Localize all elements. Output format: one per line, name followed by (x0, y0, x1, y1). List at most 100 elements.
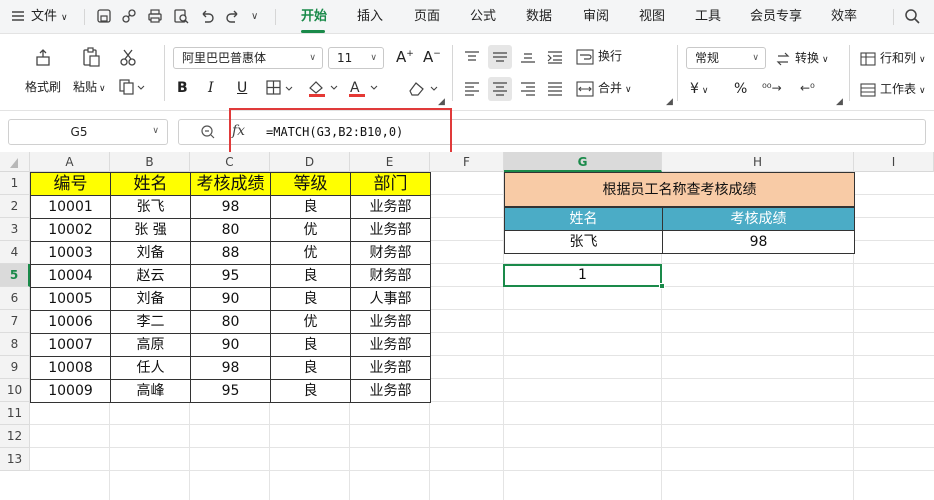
alignment-settings-launcher-icon[interactable]: ◢ (666, 97, 673, 107)
table-header-cell[interactable]: 姓名 (110, 172, 191, 196)
column-header-a[interactable]: A (30, 152, 110, 172)
align-left-icon[interactable] (463, 80, 481, 99)
convert-button[interactable]: 转换 ∨ (775, 49, 829, 67)
worksheet-button[interactable]: 工作表 ∨ (860, 80, 926, 98)
table-cell[interactable]: 10001 (30, 195, 111, 219)
table-cell[interactable]: 良 (270, 195, 351, 219)
currency-button[interactable]: ¥ ∨ (690, 81, 709, 97)
justify-icon[interactable] (546, 80, 564, 99)
fill-color-button[interactable] (306, 78, 342, 101)
table-cell[interactable]: 10004 (30, 264, 111, 288)
row-header-6[interactable]: 6 (0, 287, 30, 310)
align-bottom-icon[interactable] (519, 49, 537, 68)
table-cell[interactable]: 人事部 (350, 287, 431, 311)
table-cell[interactable]: 98 (190, 195, 271, 219)
table-cell[interactable]: 优 (270, 310, 351, 334)
table-cell[interactable]: 优 (270, 218, 351, 242)
column-header-b[interactable]: B (110, 152, 190, 172)
row-header-5[interactable]: 5 (0, 264, 30, 287)
row-header-9[interactable]: 9 (0, 356, 30, 379)
table-cell[interactable]: 良 (270, 356, 351, 380)
decrease-decimal-button[interactable]: ←⁰ (800, 81, 815, 95)
table-cell[interactable]: 业务部 (350, 333, 431, 357)
hamburger-menu-icon[interactable] (9, 7, 27, 25)
row-header-1[interactable]: 1 (0, 172, 30, 195)
font-color-button[interactable]: A (346, 78, 382, 101)
table-cell[interactable]: 95 (190, 264, 271, 288)
increase-decimal-button[interactable]: ⁰⁰→ (762, 81, 782, 95)
paste-button[interactable]: 粘贴 ∨ (73, 78, 106, 95)
wrap-text-button[interactable]: 换行 (576, 47, 622, 66)
table-cell[interactable]: 赵云 (110, 264, 191, 288)
row-header-2[interactable]: 2 (0, 195, 30, 218)
table-cell[interactable]: 10009 (30, 379, 111, 403)
table-cell[interactable]: 10006 (30, 310, 111, 334)
tab-tools[interactable]: 工具 (695, 0, 721, 34)
merge-button[interactable]: 合并 ∨ (576, 79, 632, 98)
save-icon[interactable] (95, 7, 113, 25)
row-header-12[interactable]: 12 (0, 425, 30, 448)
table-cell[interactable]: 88 (190, 241, 271, 265)
table-cell[interactable]: 业务部 (350, 218, 431, 242)
table-cell[interactable]: 财务部 (350, 264, 431, 288)
font-size-select[interactable]: 11 ∨ (328, 47, 384, 69)
name-box[interactable]: G5 ∨ (8, 119, 168, 145)
italic-button[interactable]: I (208, 80, 214, 96)
tab-member[interactable]: 会员专享 (750, 0, 802, 34)
tab-home[interactable]: 开始 (301, 0, 327, 34)
format-painter-icon[interactable] (31, 45, 55, 72)
table-cell[interactable]: 98 (190, 356, 271, 380)
table-cell[interactable]: 李二 (110, 310, 191, 334)
column-header-c[interactable]: C (190, 152, 270, 172)
table-cell[interactable]: 良 (270, 379, 351, 403)
table-cell[interactable]: 高峰 (110, 379, 191, 403)
column-header-i[interactable]: I (854, 152, 934, 172)
percent-button[interactable]: % (734, 81, 747, 97)
table-cell[interactable]: 良 (270, 333, 351, 357)
table-cell[interactable]: 良 (270, 287, 351, 311)
rows-cols-button[interactable]: 行和列 ∨ (860, 49, 926, 67)
table-cell[interactable]: 任人 (110, 356, 191, 380)
lookup-header-cell[interactable]: 姓名 (504, 207, 663, 231)
align-top-icon[interactable] (463, 49, 481, 68)
result-cell-g5[interactable]: 1 (503, 264, 662, 287)
table-cell[interactable]: 刘备 (110, 287, 191, 311)
underline-button[interactable]: U (237, 80, 247, 96)
lookup-header-cell[interactable]: 考核成绩 (662, 207, 855, 231)
number-settings-launcher-icon[interactable]: ◢ (836, 97, 843, 107)
lookup-value-cell[interactable]: 张飞 (504, 230, 663, 254)
decrease-font-button[interactable]: A− (423, 48, 441, 66)
table-cell[interactable]: 90 (190, 287, 271, 311)
row-header-4[interactable]: 4 (0, 241, 30, 264)
table-cell[interactable]: 业务部 (350, 310, 431, 334)
select-all-corner[interactable] (0, 152, 30, 172)
table-cell[interactable]: 10003 (30, 241, 111, 265)
font-settings-launcher-icon[interactable]: ◢ (438, 97, 445, 107)
format-painter-button[interactable]: 格式刷 (25, 78, 61, 95)
table-cell[interactable]: 张 强 (110, 218, 191, 242)
border-button[interactable] (265, 79, 297, 100)
tab-data[interactable]: 数据 (526, 0, 552, 34)
column-header-h[interactable]: H (662, 152, 854, 172)
clear-format-button[interactable] (406, 79, 442, 100)
lookup-title-cell[interactable]: 根据员工名称查考核成绩 (504, 172, 855, 207)
table-cell[interactable]: 10005 (30, 287, 111, 311)
undo-icon[interactable] (198, 7, 216, 25)
table-cell[interactable]: 95 (190, 379, 271, 403)
share-link-icon[interactable] (120, 7, 138, 25)
table-cell[interactable]: 财务部 (350, 241, 431, 265)
align-middle-icon[interactable] (488, 45, 512, 69)
table-cell[interactable]: 业务部 (350, 356, 431, 380)
row-header-3[interactable]: 3 (0, 218, 30, 241)
tab-view[interactable]: 视图 (639, 0, 665, 34)
cut-icon[interactable] (118, 47, 138, 70)
table-cell[interactable]: 刘备 (110, 241, 191, 265)
file-menu[interactable]: 文件 ∨ (31, 0, 68, 34)
tab-efficiency[interactable]: 效率 (831, 0, 857, 34)
table-cell[interactable]: 良 (270, 264, 351, 288)
table-cell[interactable]: 10007 (30, 333, 111, 357)
table-header-cell[interactable]: 等级 (270, 172, 351, 196)
row-header-8[interactable]: 8 (0, 333, 30, 356)
table-header-cell[interactable]: 考核成绩 (190, 172, 271, 196)
row-header-7[interactable]: 7 (0, 310, 30, 333)
